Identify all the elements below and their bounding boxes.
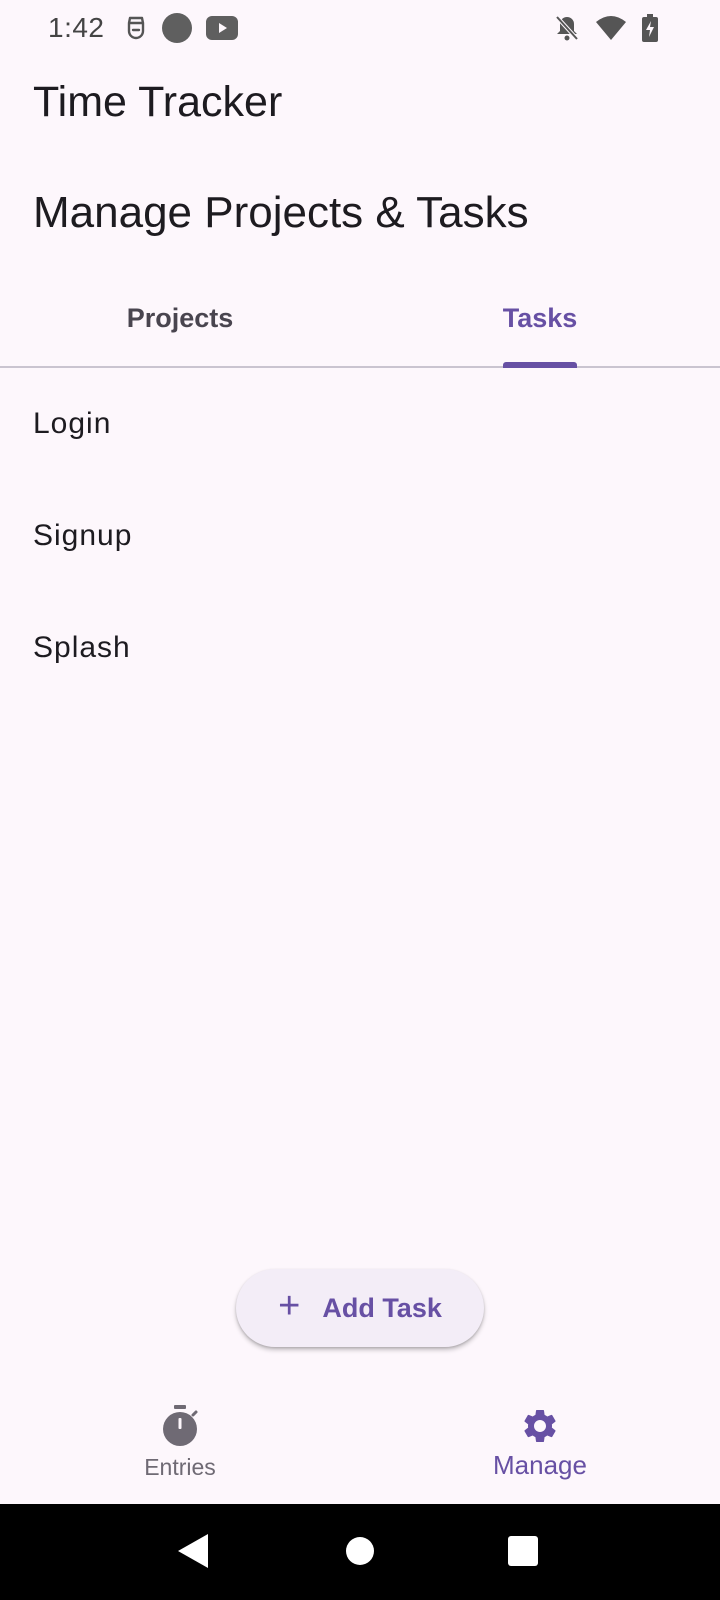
status-time: 1:42 [48, 12, 105, 43]
home-icon[interactable] [344, 1535, 376, 1567]
battery-charging-icon [642, 14, 658, 42]
youtube-icon [206, 16, 238, 40]
plus-icon: + [278, 1285, 301, 1327]
task-label: Signup [33, 519, 133, 552]
nav-item-manage[interactable]: Manage [360, 1386, 720, 1504]
list-item[interactable]: Splash [0, 592, 720, 704]
tab-projects-label: Projects [126, 303, 234, 333]
add-task-button[interactable]: + Add Task [236, 1269, 484, 1347]
add-task-label: Add Task [322, 1292, 442, 1323]
gear-icon [524, 1410, 556, 1442]
circle-icon [162, 13, 192, 43]
tab-bar: Projects Tasks [0, 282, 720, 368]
wifi-icon [596, 16, 626, 40]
timer-icon [163, 1405, 198, 1446]
system-nav-bar [0, 1504, 720, 1600]
bottom-nav: Entries Manage [0, 1386, 720, 1504]
status-right-icons [554, 12, 658, 44]
nav-label-entries: Entries [144, 1454, 216, 1480]
tab-tasks[interactable]: Tasks [360, 282, 720, 366]
list-item[interactable]: Login [0, 368, 720, 480]
bell-off-icon [555, 15, 579, 41]
back-icon[interactable] [176, 1532, 210, 1570]
task-label: Splash [33, 631, 131, 664]
page-title: Manage Projects & Tasks [33, 188, 529, 237]
tab-tasks-label: Tasks [502, 303, 578, 333]
status-bar: 1:42 [0, 0, 720, 56]
task-list: Login Signup Splash [0, 368, 720, 704]
tab-projects[interactable]: Projects [0, 282, 360, 366]
nav-label-manage: Manage [493, 1450, 587, 1480]
status-left-icons [124, 12, 238, 44]
app-title: Time Tracker [33, 78, 283, 126]
screen: 1:42 Time Tracker Manage Projects & Task… [0, 0, 720, 1600]
list-item[interactable]: Signup [0, 480, 720, 592]
assistant-icon [127, 16, 145, 40]
task-label: Login [33, 407, 112, 440]
recents-icon[interactable] [508, 1536, 538, 1566]
nav-item-entries[interactable]: Entries [0, 1386, 360, 1504]
